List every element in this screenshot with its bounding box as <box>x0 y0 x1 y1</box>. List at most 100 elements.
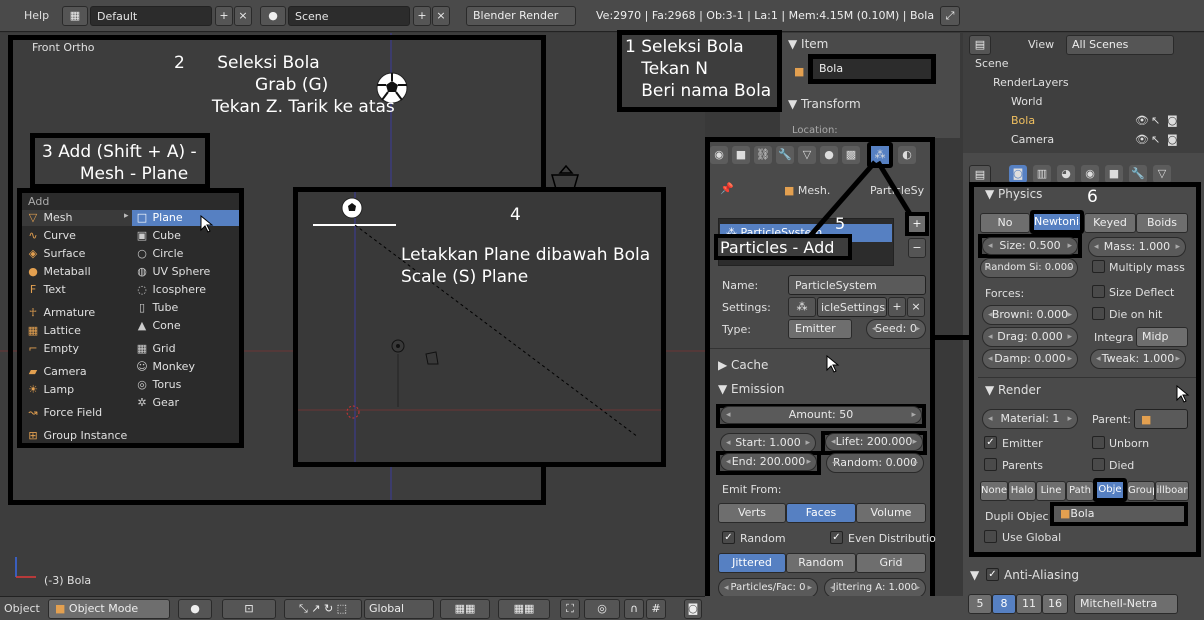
aa-filter-select[interactable]: Mitchell-Netra <box>1074 594 1178 614</box>
material-field[interactable]: Material: 1 <box>982 409 1078 429</box>
world-tab-icon[interactable]: ◉ <box>1081 165 1099 183</box>
size-field[interactable]: Size: 0.500 <box>982 237 1078 255</box>
add-menu-circle[interactable]: ○ Circle <box>135 245 183 263</box>
screen-layout-icon[interactable]: ▦ <box>62 6 88 26</box>
die-on-hit-checkbox[interactable] <box>1092 307 1105 320</box>
integration-select[interactable]: Midp <box>1136 327 1188 347</box>
random-lifetime-field[interactable]: Random: 0.000 <box>826 453 924 473</box>
select-cursor-icon[interactable]: ↖ <box>1151 114 1160 127</box>
add-menu-uv-sphere[interactable]: ◍ UV Sphere <box>135 263 210 281</box>
emit-verts-button[interactable]: Verts <box>718 503 786 523</box>
aa-samples-5[interactable]: 5 <box>968 594 992 614</box>
damp-field[interactable]: Damp: 0.000 <box>982 349 1078 369</box>
select-cursor-icon-2[interactable]: ↖ <box>1151 133 1160 146</box>
add-menu-group-instance[interactable]: ⊞ Group Instance <box>26 427 127 445</box>
add-settings-button[interactable]: + <box>888 297 906 317</box>
tweak-field[interactable]: Tweak: 1.000 <box>1090 349 1186 369</box>
use-global-checkbox[interactable] <box>984 530 997 543</box>
add-menu-lattice[interactable]: ▦ Lattice <box>26 322 81 340</box>
transform-header[interactable]: ▼ Transform <box>788 97 861 111</box>
outliner-item-world[interactable]: World <box>1011 95 1043 108</box>
proportional-edit-icon[interactable]: ◎ <box>584 599 620 619</box>
add-menu-plane[interactable]: □ Plane <box>135 209 183 227</box>
add-menu-grid[interactable]: ▦ Grid <box>135 340 176 358</box>
add-menu-armature[interactable]: ☥ Armature <box>26 304 95 322</box>
jittering-amount-field[interactable]: Jittering A: 1.000 <box>824 578 926 598</box>
aa-samples-16[interactable]: 16 <box>1042 594 1068 614</box>
render-type-billboard[interactable]: illboar <box>1155 481 1189 501</box>
drag-field[interactable]: Drag: 0.000 <box>982 327 1078 347</box>
add-menu-metaball[interactable]: ● Metaball <box>26 263 90 281</box>
modifier-tab-icon-2[interactable]: 🔧 <box>1129 165 1147 183</box>
render-type-group[interactable]: Group <box>1127 481 1155 501</box>
pin-icon[interactable]: 📌 <box>720 182 734 195</box>
render-header[interactable]: ▼ Render <box>985 383 1041 397</box>
outliner-item-camera[interactable]: Camera <box>1011 133 1054 146</box>
size-deflect-checkbox[interactable] <box>1092 285 1105 298</box>
pivot-select-icon[interactable]: ⊡ <box>222 599 276 619</box>
end-field[interactable]: End: 200.000 <box>720 453 817 471</box>
add-menu-camera[interactable]: ▰ Camera <box>26 363 87 381</box>
outliner-item-bola[interactable]: Bola <box>1011 114 1035 127</box>
add-menu-force-field[interactable]: ↝ Force Field <box>26 404 102 422</box>
render-camera-icon[interactable]: ◙ <box>1167 114 1178 127</box>
outliner-scope-select[interactable]: All Scenes <box>1066 35 1174 55</box>
anti-aliasing-header[interactable]: ▼ <box>970 568 979 582</box>
emission-header[interactable]: ▼ Emission <box>718 382 784 396</box>
particle-name-field[interactable]: ParticleSystem <box>788 275 926 295</box>
died-checkbox[interactable] <box>1092 458 1105 471</box>
physics-header[interactable]: ▼ Physics <box>985 187 1042 201</box>
render-type-line[interactable]: Line <box>1036 481 1066 501</box>
visibility-eye-icon-2[interactable]: 👁 <box>1135 133 1149 146</box>
fullscreen-icon[interactable]: ⤢ <box>940 6 960 26</box>
shading-select-icon[interactable]: ● <box>178 599 212 619</box>
outliner-view-menu[interactable]: View <box>1028 38 1054 51</box>
settings-browse-icon[interactable]: ⁂ <box>788 297 816 317</box>
add-menu-empty[interactable]: ⌐ Empty <box>26 340 79 358</box>
add-menu-icosphere[interactable]: ◌ Icosphere <box>135 281 206 299</box>
object-tab-icon-2[interactable]: ■ <box>1105 165 1123 183</box>
scene-tab-icon[interactable]: ◕ <box>1057 165 1075 183</box>
add-menu-torus[interactable]: ◎ Torus <box>135 376 181 394</box>
snap-grid-icon[interactable]: # <box>646 599 666 619</box>
multiply-mass-checkbox[interactable] <box>1092 260 1105 273</box>
scene-field[interactable]: Scene <box>288 6 410 26</box>
mesh-data-tab-icon[interactable]: ▽ <box>1153 165 1171 183</box>
lifetime-field[interactable]: Lifet: 200.000 <box>825 433 923 451</box>
add-scene-icon[interactable]: + <box>413 6 431 26</box>
add-menu-mesh[interactable]: ▽ Mesh <box>26 209 73 227</box>
mass-field[interactable]: Mass: 1.000 <box>1088 237 1186 257</box>
add-menu-tube[interactable]: ▯ Tube <box>135 299 178 317</box>
parents-checkbox[interactable] <box>984 458 997 471</box>
object-name-field[interactable]: Bola <box>808 54 936 84</box>
add-menu-gear[interactable]: ✲ Gear <box>135 394 179 412</box>
object-menu[interactable]: Object <box>4 602 40 615</box>
aa-samples-8[interactable]: 8 <box>992 594 1016 614</box>
render-preview-icon[interactable]: ◙ <box>684 599 702 619</box>
mode-select[interactable]: ■ Object Mode <box>48 599 170 619</box>
dupli-object-field[interactable]: ■Bola <box>1050 502 1188 526</box>
amount-field[interactable]: Amount: 50 <box>720 406 922 424</box>
layout-field[interactable]: Default <box>90 6 212 26</box>
render-type-none[interactable]: None <box>980 481 1008 501</box>
remove-layout-icon[interactable]: × <box>234 6 252 26</box>
object-tab-icon[interactable]: ■ <box>732 146 750 164</box>
particles-per-face-field[interactable]: Particles/Fac: 0 <box>718 578 818 598</box>
modifiers-tab-icon[interactable]: 🔧 <box>776 146 794 164</box>
emitter-checkbox[interactable]: ✓ <box>984 436 997 449</box>
render-engine-select[interactable]: Blender Render <box>466 6 576 26</box>
settings-field[interactable]: icleSettings <box>817 297 887 317</box>
seed-field[interactable]: Seed: 0 <box>866 319 926 339</box>
add-menu-cube[interactable]: ▣ Cube <box>135 227 181 245</box>
render-type-halo[interactable]: Halo <box>1008 481 1036 501</box>
add-menu-cone[interactable]: ▲ Cone <box>135 317 181 335</box>
physics-type-boids[interactable]: Boids <box>1136 213 1188 233</box>
render-tab-icon[interactable]: ◉ <box>710 146 728 164</box>
snap-magnet-icon[interactable]: ∩ <box>624 599 644 619</box>
layers-icon-2[interactable]: ▦▦ <box>498 599 550 619</box>
remove-particle-system-button[interactable]: − <box>908 238 926 258</box>
scene-icon[interactable]: ● <box>260 6 286 26</box>
jittered-button[interactable]: Jittered <box>718 553 786 573</box>
remove-scene-icon[interactable]: × <box>432 6 450 26</box>
random-checkbox[interactable]: ✓ <box>722 531 735 544</box>
